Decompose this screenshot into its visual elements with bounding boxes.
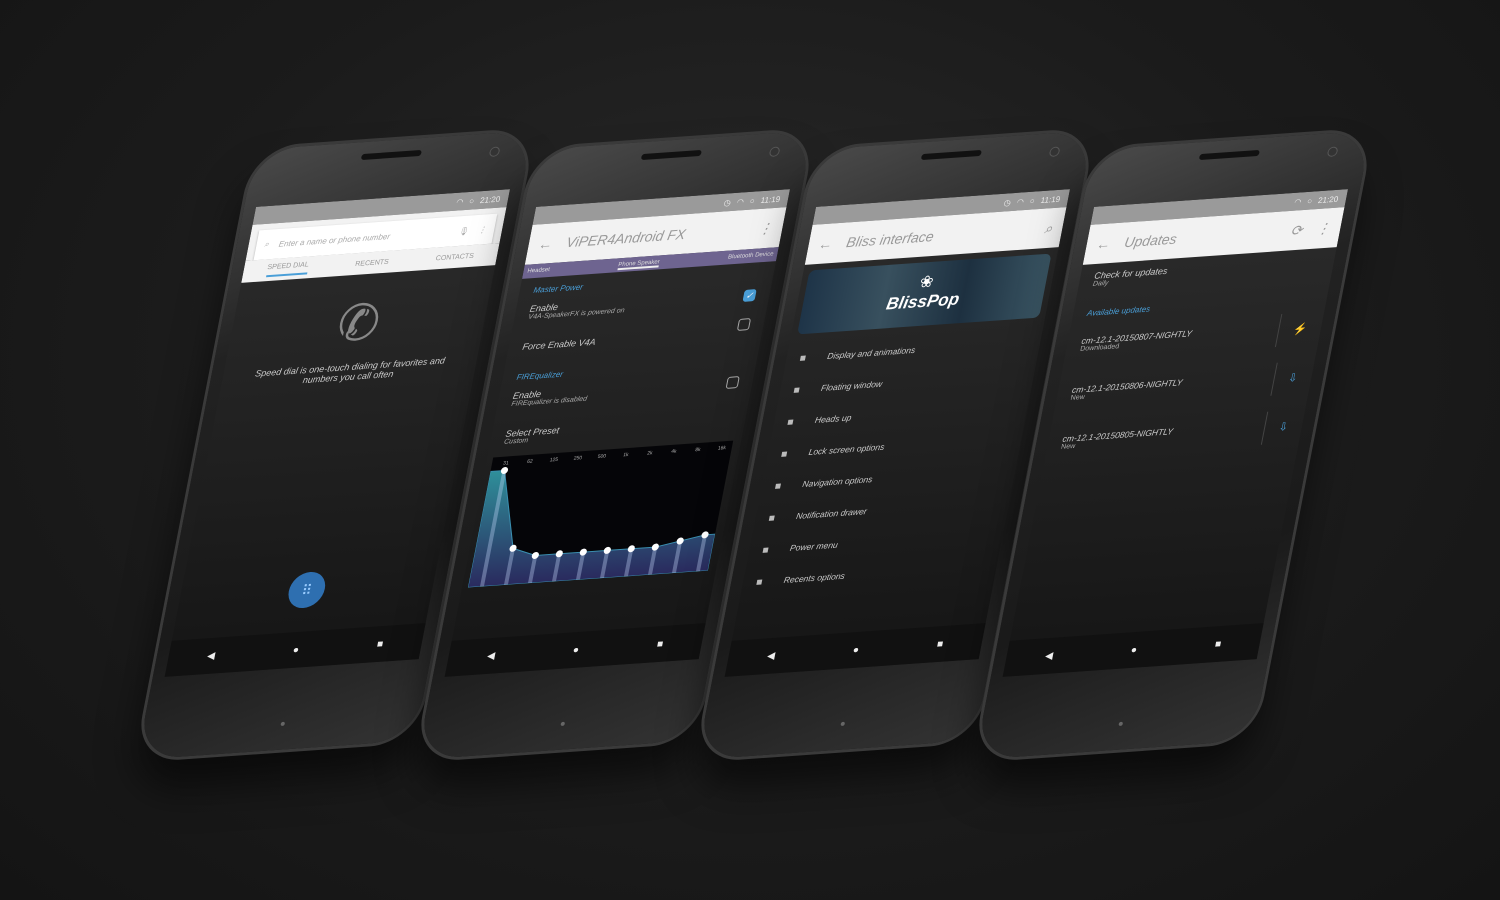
camera [1326, 146, 1339, 158]
recents-icon[interactable]: ■ [376, 638, 384, 649]
status-time: 21:20 [1317, 194, 1340, 205]
back-icon[interactable]: ◀ [206, 650, 216, 662]
bliss-menu-label: Floating window [820, 378, 884, 394]
tab-recents[interactable]: RECENTS [355, 258, 390, 267]
dialpad-icon[interactable]: ⠿ [285, 570, 329, 610]
more-icon[interactable]: ⋮ [1315, 219, 1332, 237]
more-icon[interactable]: ⋮ [757, 219, 774, 237]
bliss-menu-label: Heads up [814, 412, 853, 426]
earpiece [920, 149, 982, 161]
bullet-icon [762, 547, 769, 553]
bullet-icon [793, 387, 800, 393]
bliss-menu-label: Display and animations [826, 344, 917, 362]
eq-band-label: 62 [526, 459, 533, 465]
wifi-icon: ◠ [1293, 196, 1303, 207]
battery-icon: ○ [1306, 195, 1314, 206]
eq-band-label: 31 [502, 460, 509, 466]
bullet-icon [768, 515, 775, 521]
status-time: 21:20 [479, 194, 502, 205]
back-icon[interactable]: ◀ [766, 650, 776, 662]
eq-band-label: 2k [647, 450, 654, 456]
flash-icon[interactable]: ⚡ [1275, 312, 1311, 348]
back-arrow-icon[interactable]: ← [537, 235, 554, 252]
bullet-icon [775, 483, 782, 489]
updates-list: cm-12.1-20150807-NIGHTLY Downloaded ⚡ cm-12… [1043, 303, 1326, 468]
equalizer-graph[interactable]: 31 62 125 250 500 1k 2k 4k 8k 16k [467, 440, 734, 588]
nav-bar: ◀ ● ■ [444, 623, 706, 677]
status-time: 11:19 [1039, 194, 1062, 205]
earpiece [640, 149, 702, 161]
eq-band-label: 16k [717, 445, 727, 452]
eq-band-handle[interactable] [500, 466, 509, 474]
home-icon[interactable]: ● [1130, 644, 1138, 655]
search-icon: ⌕ [263, 239, 270, 249]
earpiece [1198, 149, 1260, 161]
bullet-icon [799, 355, 806, 361]
bliss-menu-label: Power menu [789, 539, 839, 554]
camera [1048, 146, 1061, 158]
bliss-menu-label: Recents options [782, 570, 846, 586]
back-arrow-icon[interactable]: ← [1095, 235, 1112, 252]
wifi-icon: ◠ [455, 196, 465, 207]
app-title: Bliss interface [845, 228, 936, 251]
search-placeholder: Enter a name or phone number [278, 231, 391, 249]
status-time: 11:19 [759, 194, 782, 205]
search-icon[interactable]: ⌕ [1043, 219, 1054, 237]
battery-icon: ○ [468, 195, 476, 206]
led [560, 721, 566, 726]
recents-icon[interactable]: ■ [1214, 638, 1222, 649]
led [1118, 721, 1124, 726]
bliss-banner: ❀ BlissPop [797, 253, 1052, 335]
tab-contacts[interactable]: CONTACTS [435, 252, 474, 262]
back-icon[interactable]: ◀ [486, 650, 496, 662]
recents-icon[interactable]: ■ [936, 638, 944, 649]
nav-bar: ◀ ● ■ [1002, 623, 1264, 677]
eq-band-label: 500 [597, 454, 607, 461]
back-arrow-icon[interactable]: ← [817, 235, 834, 252]
more-icon[interactable]: ⋮ [478, 225, 488, 235]
camera [768, 146, 781, 158]
mic-icon[interactable]: 🎙 [457, 226, 469, 236]
battery-icon: ○ [749, 195, 756, 206]
bliss-menu-label: Navigation options [801, 474, 874, 490]
bliss-menu-label: Notification drawer [795, 506, 868, 522]
app-title: Updates [1123, 230, 1179, 251]
download-icon[interactable]: ⇩ [1270, 361, 1301, 396]
home-icon[interactable]: ● [292, 644, 300, 655]
led [840, 721, 846, 726]
home-icon[interactable]: ● [572, 644, 580, 655]
bliss-menu-label: Lock screen options [807, 441, 886, 458]
alarm-icon: ◷ [723, 197, 732, 208]
eq-band-label: 125 [549, 457, 559, 464]
tab-headset[interactable]: Headset [526, 267, 551, 277]
recents-icon[interactable]: ■ [656, 638, 664, 649]
tab-speed-dial[interactable]: SPEED DIAL [265, 260, 310, 277]
alarm-icon: ◷ [1003, 197, 1012, 208]
bullet-icon [787, 419, 794, 425]
eq-band-label: 4k [671, 449, 678, 455]
bliss-menu: Display and animations Floating window Hea… [740, 325, 1044, 599]
earpiece [360, 149, 422, 161]
camera [488, 146, 501, 158]
bullet-icon [781, 451, 788, 457]
download-icon[interactable]: ⇩ [1260, 410, 1292, 445]
nav-bar: ◀ ● ■ [164, 623, 426, 677]
eq-band-label: 1k [623, 452, 630, 458]
led [280, 721, 286, 726]
eq-band-label: 250 [573, 455, 583, 462]
back-icon[interactable]: ◀ [1044, 650, 1054, 662]
nav-bar: ◀ ● ■ [724, 623, 986, 677]
refresh-icon[interactable]: ⟳ [1289, 221, 1304, 239]
wifi-icon: ◠ [736, 196, 745, 207]
home-icon[interactable]: ● [852, 644, 860, 655]
app-title: ViPER4Android FX [565, 225, 687, 251]
eq-band-label: 8k [695, 447, 702, 453]
wifi-icon: ◠ [1016, 196, 1025, 207]
bullet-icon [756, 579, 763, 585]
battery-icon: ○ [1029, 195, 1036, 206]
